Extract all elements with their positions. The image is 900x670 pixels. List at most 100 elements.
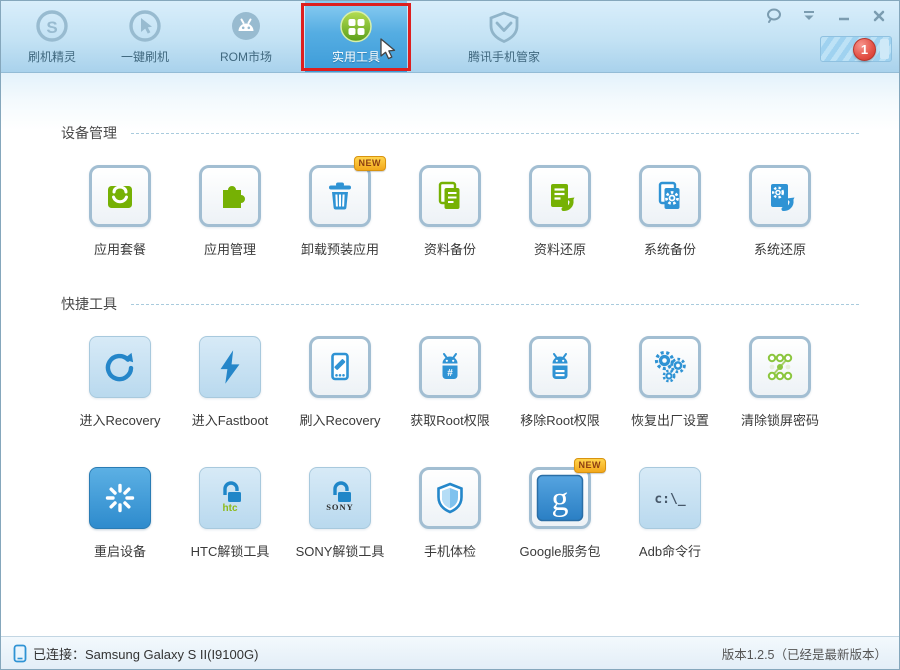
- clear-lockscreen-button[interactable]: [749, 336, 811, 398]
- section-divider: [131, 303, 859, 305]
- tool-label: 恢复出厂设置: [630, 413, 709, 428]
- tool-label: 移除Root权限: [520, 413, 600, 428]
- tool-label: 重启设备: [93, 544, 146, 559]
- tab-utility-tools[interactable]: 实用工具: [305, 1, 407, 72]
- tool-item-data-restore[interactable]: 资料还原: [505, 165, 615, 258]
- tab-label: 刷机精灵: [27, 50, 76, 64]
- reboot-device-button[interactable]: [89, 467, 151, 529]
- factory-reset-icon: [654, 350, 686, 383]
- app-manage-button[interactable]: [199, 165, 261, 227]
- tool-item-enter-recovery[interactable]: 进入Recovery: [65, 336, 175, 429]
- tool-item-flash-recovery[interactable]: 刷入Recovery: [285, 336, 395, 429]
- tool-item-google-services[interactable]: g NEW Google服务包: [505, 458, 615, 560]
- data-restore-button[interactable]: [529, 165, 591, 227]
- rom-market-icon: [232, 12, 260, 40]
- tool-label: HTC解锁工具: [190, 544, 270, 559]
- svg-text:SONY: SONY: [326, 502, 354, 512]
- tab-tencent-phone-manager[interactable]: 腾讯手机管家: [429, 1, 579, 72]
- close-icon[interactable]: [869, 6, 889, 26]
- system-restore-icon: [771, 184, 795, 211]
- connection-status: 已连接：Samsung Galaxy S II(I9100G): [13, 644, 258, 663]
- get-root-icon: #: [442, 353, 458, 379]
- tool-item-reboot-device[interactable]: 重启设备: [65, 467, 175, 560]
- tab-label: 一键刷机: [120, 50, 169, 64]
- reboot-device-icon: [105, 483, 135, 513]
- get-root-button[interactable]: #: [419, 336, 481, 398]
- enter-fastboot-button[interactable]: [199, 336, 261, 398]
- svg-text:g: g: [552, 481, 569, 518]
- svg-text:S: S: [46, 18, 57, 37]
- tool-item-htc-unlock[interactable]: htc HTC解锁工具: [175, 467, 285, 560]
- htc-unlock-button[interactable]: htc: [199, 467, 261, 529]
- update-progress-cap: [880, 39, 889, 59]
- tool-label: Google服务包: [519, 544, 601, 559]
- message-icon[interactable]: [764, 6, 784, 26]
- tool-item-sony-unlock[interactable]: SONY SONY解锁工具: [285, 467, 395, 560]
- factory-reset-button[interactable]: [639, 336, 701, 398]
- tab-rom-market[interactable]: ROM市场: [193, 1, 299, 72]
- tab-shuaji-jingling[interactable]: S 刷机精灵: [7, 1, 97, 72]
- utility-tools-icon: [340, 10, 372, 43]
- flash-recovery-icon: [331, 352, 349, 381]
- google-services-icon: g: [536, 474, 584, 522]
- svg-text:c:\_: c:\_: [654, 492, 685, 507]
- phone-manager-icon: [489, 11, 519, 44]
- tab-bar: S 刷机精灵 一键刷机 ROM市场 实用工具 腾讯手机管家 1: [1, 1, 899, 73]
- tool-label: 清除锁屏密码: [740, 413, 819, 428]
- clear-lockscreen-icon: [767, 353, 793, 381]
- connection-text: 已连接：Samsung Galaxy S II(I9100G): [33, 646, 259, 662]
- shuaji-logo-icon: S: [36, 10, 68, 42]
- adb-command-button[interactable]: c:\_: [639, 467, 701, 529]
- svg-text:#: #: [447, 368, 453, 379]
- notification-badge[interactable]: 1: [853, 38, 876, 61]
- tool-item-data-backup[interactable]: 资料备份: [395, 165, 505, 258]
- tool-item-clear-lockscreen[interactable]: 清除锁屏密码: [725, 336, 835, 429]
- window-controls: [764, 6, 889, 26]
- section-quick-tools: 快捷工具: [61, 294, 859, 314]
- phone-checkup-button[interactable]: [419, 467, 481, 529]
- tool-item-phone-checkup[interactable]: 手机体检: [395, 467, 505, 560]
- app-bundle-button[interactable]: [89, 165, 151, 227]
- system-backup-button[interactable]: [639, 165, 701, 227]
- section-device-management: 设备管理: [61, 123, 859, 143]
- tool-label: 资料还原: [533, 242, 586, 257]
- tab-one-key-flash[interactable]: 一键刷机: [97, 1, 193, 72]
- tool-item-system-restore[interactable]: 系统还原: [725, 165, 835, 258]
- data-backup-button[interactable]: [419, 165, 481, 227]
- new-badge: NEW: [353, 156, 386, 171]
- remove-root-button[interactable]: [529, 336, 591, 398]
- system-restore-button[interactable]: [749, 165, 811, 227]
- htc-unlock-icon: htc: [223, 481, 241, 514]
- connected-phone-icon: [13, 644, 27, 662]
- status-bar: 已连接：Samsung Galaxy S II(I9100G) 版本1.2.5（…: [1, 636, 899, 669]
- flash-recovery-button[interactable]: [309, 336, 371, 398]
- tool-item-system-backup[interactable]: 系统备份: [615, 165, 725, 258]
- tool-item-uninstall-preinstalled[interactable]: NEW 卸载预装应用: [285, 156, 395, 258]
- tab-label: 实用工具: [331, 50, 380, 64]
- tool-label: 应用管理: [203, 242, 256, 257]
- data-restore-icon: [551, 184, 575, 211]
- tool-item-app-bundle[interactable]: 应用套餐: [65, 165, 175, 258]
- tool-item-app-manage[interactable]: 应用管理: [175, 165, 285, 258]
- tool-item-remove-root[interactable]: 移除Root权限: [505, 336, 615, 429]
- svg-text:htc: htc: [223, 503, 238, 514]
- data-backup-icon: [438, 181, 460, 209]
- tool-item-adb-command[interactable]: c:\_ Adb命令行: [615, 467, 725, 560]
- tool-item-factory-reset[interactable]: 恢复出厂设置: [615, 336, 725, 429]
- sony-unlock-button[interactable]: SONY: [309, 467, 371, 529]
- tool-label: 进入Recovery: [79, 413, 161, 428]
- app-manage-icon: [223, 186, 245, 208]
- tool-item-get-root[interactable]: # 获取Root权限: [395, 336, 505, 429]
- google-services-button[interactable]: g NEW: [529, 458, 606, 529]
- main-content: 设备管理 应用套餐 应用管理 NEW 卸载预装应用 资料备份 资料还原 系统备份…: [1, 73, 899, 636]
- skin-icon[interactable]: [799, 6, 819, 26]
- minimize-icon[interactable]: [834, 6, 854, 26]
- section-title: 设备管理: [61, 125, 117, 141]
- tool-label: 应用套餐: [93, 242, 146, 257]
- enter-recovery-button[interactable]: [89, 336, 151, 398]
- enter-recovery-icon: [105, 352, 134, 382]
- app-bundle-icon: [108, 185, 132, 208]
- update-progress-button[interactable]: 1: [820, 36, 892, 62]
- tool-item-enter-fastboot[interactable]: 进入Fastboot: [175, 336, 285, 429]
- uninstall-preinstalled-button[interactable]: NEW: [309, 156, 386, 227]
